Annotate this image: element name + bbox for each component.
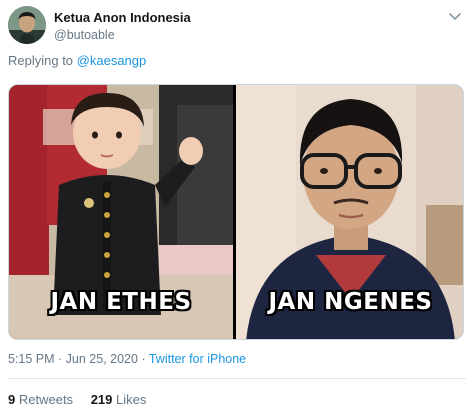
replying-to-label: Replying to	[8, 53, 74, 68]
likes-label: Likes	[116, 392, 147, 407]
tweet-header: Ketua Anon Indonesia @butoable	[8, 6, 466, 46]
media-right-panel[interactable]: JAN NGENES	[236, 85, 463, 339]
tweet-stats: 9 Retweets 219 Likes	[8, 392, 160, 407]
replying-to: Replying to @kaesangp	[8, 53, 146, 68]
timestamp[interactable]: 5:15 PM · Jun 25, 2020	[8, 352, 138, 366]
meta-separator: ·	[141, 352, 146, 366]
retweets-count: 9	[8, 392, 16, 407]
author-name[interactable]: Ketua Anon Indonesia	[54, 10, 191, 25]
divider	[8, 378, 466, 379]
retweets-stat[interactable]: 9 Retweets	[8, 392, 73, 407]
likes-count: 219	[90, 392, 113, 407]
chevron-down-icon[interactable]	[448, 12, 462, 22]
tweet: Ketua Anon Indonesia @butoable Replying …	[0, 0, 474, 414]
left-caption: JAN ETHES	[50, 289, 192, 315]
source-link[interactable]: Twitter for iPhone	[149, 352, 246, 366]
author-handle[interactable]: @butoable	[54, 28, 115, 42]
tweet-media[interactable]: JAN ETHES JAN NGENES	[8, 84, 464, 340]
right-caption: JAN NGENES	[268, 289, 433, 315]
media-left-panel[interactable]: JAN ETHES	[9, 85, 233, 339]
reply-mention-link[interactable]: @kaesangp	[77, 53, 147, 68]
retweets-label: Retweets	[18, 392, 74, 407]
tweet-meta: 5:15 PM · Jun 25, 2020 · Twitter for iPh…	[8, 352, 246, 366]
likes-stat[interactable]: 219 Likes	[91, 392, 147, 407]
avatar[interactable]	[8, 6, 46, 44]
